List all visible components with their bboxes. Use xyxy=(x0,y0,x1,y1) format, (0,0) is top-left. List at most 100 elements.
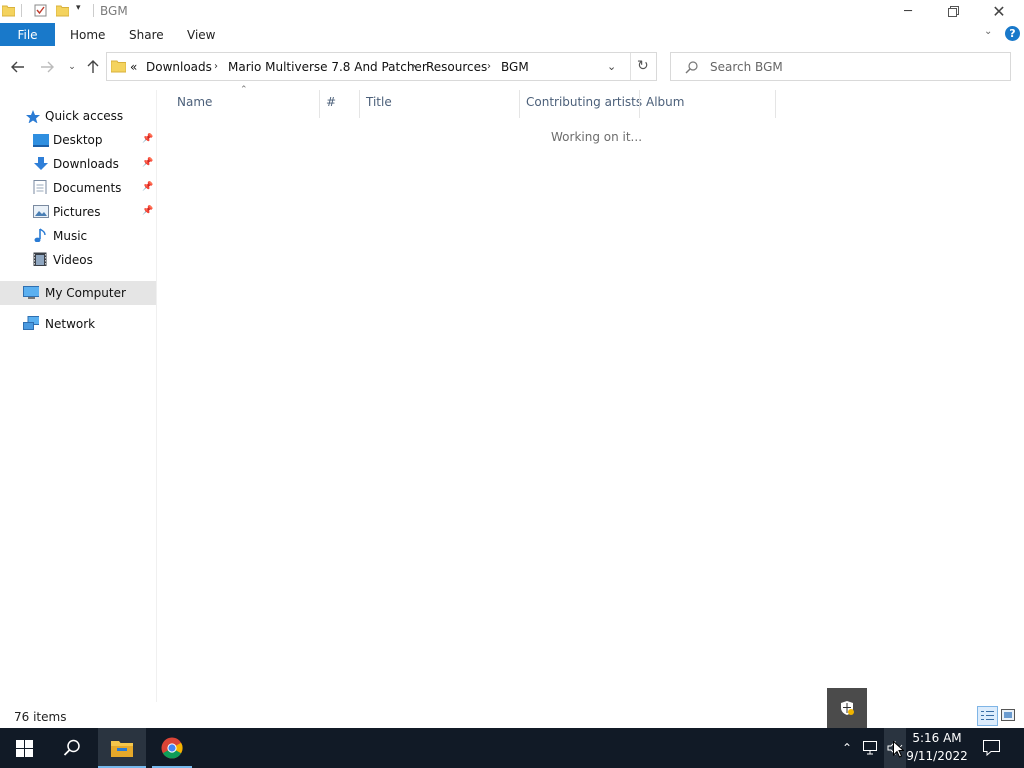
nav-item-network[interactable]: Network xyxy=(0,312,156,336)
downloads-icon xyxy=(34,157,48,170)
restore-button[interactable] xyxy=(930,0,976,23)
column-header-number[interactable]: # xyxy=(326,90,336,113)
notification-icon xyxy=(982,740,1000,756)
start-button[interactable] xyxy=(0,728,48,768)
large-icons-view-button[interactable] xyxy=(1001,709,1015,724)
nav-item-documents[interactable]: Documents 📌 xyxy=(0,176,156,200)
details-view-icon xyxy=(981,711,994,720)
action-center-button[interactable] xyxy=(976,728,1006,768)
network-icon xyxy=(23,316,39,330)
folder-icon xyxy=(1,4,16,17)
qa-divider xyxy=(21,4,22,17)
breadcrumb-downloads[interactable]: Downloads xyxy=(146,53,212,80)
address-overflow[interactable]: « xyxy=(130,53,137,80)
tab-view[interactable]: View xyxy=(187,23,215,46)
taskbar-search-button[interactable] xyxy=(48,728,96,768)
breadcrumb-bgm[interactable]: BGM xyxy=(501,53,529,80)
search-icon xyxy=(685,61,698,74)
minimize-icon: ─ xyxy=(904,4,912,19)
nav-label: My Computer xyxy=(45,286,126,300)
star-icon xyxy=(26,110,40,123)
show-hidden-icons-chevron-icon[interactable]: ⌃ xyxy=(837,728,857,768)
address-divider xyxy=(630,53,631,80)
nav-item-downloads[interactable]: Downloads 📌 xyxy=(0,152,156,176)
window-title: BGM xyxy=(100,4,128,18)
breadcrumb-resources[interactable]: Resources xyxy=(426,53,487,80)
item-count: 76 items xyxy=(14,710,67,724)
column-header-contributing-artists[interactable]: Contributing artists xyxy=(526,90,642,113)
clock-time[interactable]: 5:16 AM xyxy=(906,731,968,745)
column-divider[interactable] xyxy=(319,90,320,118)
address-bar[interactable]: « Downloads › Mario Multiverse 7.8 And P… xyxy=(106,52,657,81)
search-box[interactable]: Search BGM xyxy=(670,52,1011,81)
column-header-album[interactable]: Album xyxy=(646,90,684,113)
pin-icon[interactable]: 📌 xyxy=(142,158,153,168)
column-header-title[interactable]: Title xyxy=(366,90,392,113)
column-divider[interactable] xyxy=(775,90,776,118)
help-icon[interactable]: ? xyxy=(1005,26,1020,41)
clock-date[interactable]: 9/11/2022 xyxy=(906,749,968,763)
forward-button[interactable] xyxy=(36,56,58,78)
documents-icon xyxy=(33,180,47,194)
sort-ascending-icon: ⌃ xyxy=(240,85,248,95)
close-icon: ✕ xyxy=(992,2,1006,21)
up-button[interactable] xyxy=(82,56,104,78)
chrome-icon xyxy=(161,737,183,759)
nav-label: Network xyxy=(45,317,96,331)
taskbar-chrome[interactable] xyxy=(148,728,196,768)
nav-item-desktop[interactable]: Desktop 📌 xyxy=(0,128,156,152)
customize-qa-chevron-icon[interactable]: ▾ xyxy=(76,3,81,13)
large-icons-view-icon xyxy=(1001,709,1015,721)
recent-locations-chevron-icon[interactable]: ⌄ xyxy=(61,56,83,78)
tab-share[interactable]: Share xyxy=(129,23,164,46)
properties-icon[interactable] xyxy=(34,4,47,17)
nav-pane-divider xyxy=(156,90,157,702)
nav-item-music[interactable]: Music xyxy=(0,224,156,248)
nav-item-my-computer[interactable]: My Computer xyxy=(0,281,156,305)
refresh-icon[interactable]: ↻ xyxy=(637,58,649,74)
address-history-chevron-icon[interactable]: ⌄ xyxy=(607,60,616,73)
breadcrumb-mario-multiverse[interactable]: Mario Multiverse 7.8 And Patcher xyxy=(228,53,427,80)
nav-label: Downloads xyxy=(53,157,119,171)
up-arrow-icon xyxy=(87,60,99,73)
title-bar xyxy=(0,0,1024,23)
close-button[interactable]: ✕ xyxy=(976,0,1022,23)
nav-quick-access[interactable]: Quick access xyxy=(0,104,156,128)
nav-label: Music xyxy=(53,229,88,243)
computer-icon xyxy=(23,286,39,299)
title-divider xyxy=(93,4,94,17)
nav-label: Desktop xyxy=(53,133,103,147)
pictures-icon xyxy=(33,205,49,218)
pin-icon[interactable]: 📌 xyxy=(142,182,153,192)
nav-label: Videos xyxy=(53,253,93,267)
new-folder-icon[interactable] xyxy=(55,4,70,17)
details-view-button[interactable] xyxy=(977,706,998,726)
desktop-icon xyxy=(33,134,49,147)
breadcrumb-separator-icon[interactable]: › xyxy=(487,53,491,80)
restore-icon xyxy=(947,6,959,17)
file-explorer-icon xyxy=(111,741,133,757)
tab-home[interactable]: Home xyxy=(70,23,105,46)
column-header-name[interactable]: Name xyxy=(177,90,212,113)
back-button[interactable] xyxy=(7,56,29,78)
shield-warning-icon xyxy=(841,701,854,715)
nav-item-pictures[interactable]: Pictures 📌 xyxy=(0,200,156,224)
nav-label: Documents xyxy=(53,181,122,195)
windows-logo-icon xyxy=(15,739,33,757)
network-tray-button[interactable] xyxy=(860,728,882,768)
breadcrumb-separator-icon[interactable]: › xyxy=(412,53,416,80)
expand-ribbon-chevron-icon[interactable]: ⌄ xyxy=(984,26,992,37)
security-alert-popup[interactable] xyxy=(827,688,867,728)
minimize-button[interactable]: ─ xyxy=(885,0,931,23)
column-divider[interactable] xyxy=(359,90,360,118)
pin-icon[interactable]: 📌 xyxy=(142,206,153,216)
pin-icon[interactable]: 📌 xyxy=(142,134,153,144)
taskbar-file-explorer[interactable] xyxy=(98,728,146,768)
nav-label: Pictures xyxy=(53,205,101,219)
column-divider[interactable] xyxy=(639,90,640,118)
breadcrumb-separator-icon[interactable]: › xyxy=(214,53,218,80)
tab-file[interactable]: File xyxy=(0,23,55,46)
music-icon xyxy=(34,228,46,242)
nav-item-videos[interactable]: Videos xyxy=(0,248,156,272)
column-divider[interactable] xyxy=(519,90,520,118)
